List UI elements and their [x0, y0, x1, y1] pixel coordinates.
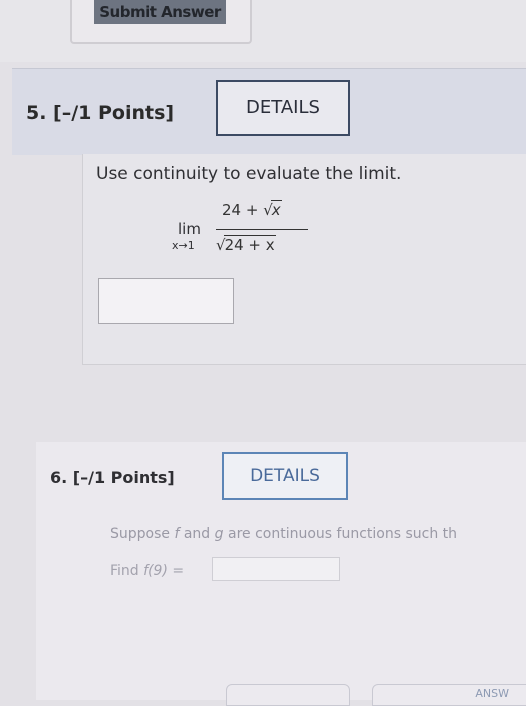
question-5-answer-input[interactable]	[98, 278, 234, 324]
bottom-button-right[interactable]: ANSW	[372, 684, 526, 706]
submit-answer-button[interactable]: Submit Answer	[94, 0, 226, 24]
question-5-details-button[interactable]: DETAILS	[216, 80, 350, 136]
denominator-radicand: 24 + x	[223, 235, 276, 254]
question-5-prompt: Use continuity to evaluate the limit.	[96, 164, 402, 184]
limit-numerator: 24 + √x	[222, 200, 282, 219]
bottom-button-label: ANSW	[475, 687, 509, 700]
question-6-answer-input[interactable]	[212, 557, 340, 581]
question-6-title: 6. [–/1 Points]	[50, 468, 175, 487]
question-6-details-button[interactable]: DETAILS	[222, 452, 348, 500]
numerator-radicand: x	[270, 200, 282, 219]
fraction-bar	[216, 229, 308, 230]
limit-denominator: √24 + x	[216, 235, 276, 254]
question-5-body	[82, 154, 526, 365]
limit-approach: x→1	[172, 239, 195, 252]
limit-word: lim	[178, 220, 201, 238]
question-5-title: 5. [–/1 Points]	[26, 102, 175, 124]
numerator-constant: 24 +	[222, 201, 264, 219]
question-6-prompt: Suppose f and g are continuous functions…	[110, 526, 458, 542]
bottom-button-left[interactable]	[226, 684, 350, 706]
question-6-find-label: Find f(9) =	[110, 563, 185, 579]
